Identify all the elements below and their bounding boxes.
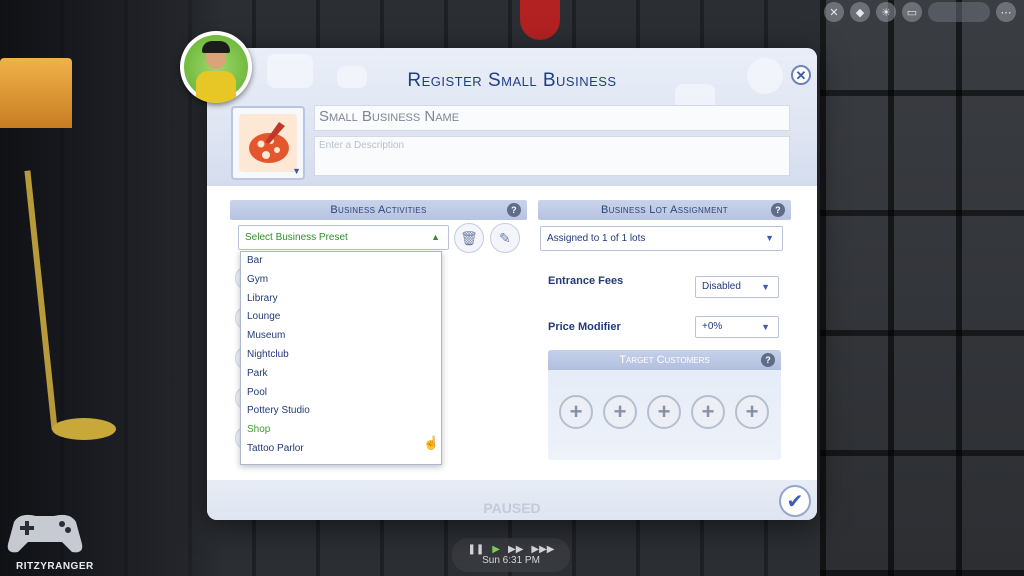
target-customers-header: Target Customers ? [548, 350, 781, 370]
window-grid [820, 0, 1024, 576]
speed-controls[interactable]: ❚❚ ▶ ▶▶ ▶▶▶ Sun 6:31 PM [452, 538, 570, 572]
top-hud: ✕ ◆ ☀ ▭ ⋯ [824, 2, 1016, 22]
game-time: Sun 6:31 PM [482, 555, 540, 566]
close-icon: ✕ [795, 67, 807, 83]
lamp-pole [24, 170, 58, 430]
preset-option-bar[interactable]: Bar [241, 252, 441, 271]
register-business-dialog: Register Small Business ✕ ▼ Small Busine… [207, 48, 817, 520]
business-activities-title: Business Activities [330, 204, 427, 216]
cart-icon[interactable]: ▭ [902, 2, 922, 22]
watermark: RITZYRANGER [6, 508, 96, 572]
fast-forward-icon[interactable]: ▶▶ [508, 544, 523, 555]
price-modifier-label: Price Modifier [548, 321, 621, 333]
lot-assignment-header: Business Lot Assignment ? [538, 200, 791, 220]
lot-assignment-select[interactable]: Assigned to 1 of 1 lots ▼ [540, 226, 783, 251]
chevron-down-icon: ▼ [761, 322, 770, 332]
red-decor [520, 0, 560, 40]
plus-icon: + [613, 399, 627, 424]
preset-option-museum[interactable]: Museum [241, 327, 441, 346]
save-icon: ✎ [499, 229, 511, 246]
help-icon[interactable]: ? [507, 203, 521, 217]
pause-icon[interactable]: ❚❚ [468, 544, 485, 555]
build-icon[interactable]: ◆ [850, 2, 870, 22]
gamepad-icon [7, 514, 83, 553]
chevron-down-icon: ▼ [292, 166, 301, 176]
help-icon[interactable]: ? [771, 203, 785, 217]
preset-option-lounge[interactable]: Lounge [241, 308, 441, 327]
dialog-title: Register Small Business [407, 70, 617, 91]
add-customer-button[interactable]: + [691, 395, 725, 429]
play-icon[interactable]: ▶ [492, 544, 500, 555]
delete-preset-button[interactable]: 🗑 [454, 223, 484, 253]
business-name-input[interactable]: Small Business Name [314, 105, 790, 131]
plus-icon: + [657, 399, 671, 424]
money-display [928, 2, 990, 22]
lightbulb-icon[interactable]: ☀ [876, 2, 896, 22]
lot-assignment-title: Business Lot Assignment [601, 204, 728, 216]
close-button[interactable]: ✕ [791, 65, 811, 85]
preset-option-nightclub[interactable]: Nightclub [241, 346, 441, 365]
plus-icon: + [569, 399, 583, 424]
help-icon[interactable]: ? [761, 353, 775, 367]
sim-avatar [180, 31, 252, 103]
lot-assignment-value: Assigned to 1 of 1 lots [547, 233, 646, 244]
chevron-down-icon: ▼ [761, 282, 770, 292]
preset-option-library[interactable]: Library [241, 290, 441, 309]
tools-icon[interactable]: ✕ [824, 2, 844, 22]
business-description-input[interactable]: Enter a Description [314, 136, 790, 176]
entrance-fees-select[interactable]: Disabled ▼ [695, 276, 779, 298]
preset-option-park[interactable]: Park [241, 365, 441, 384]
preset-option-tattoo-parlor[interactable]: Tattoo Parlor [241, 440, 441, 459]
business-icon-picker[interactable]: ▼ [231, 106, 305, 180]
add-customer-button[interactable]: + [603, 395, 637, 429]
preset-option-shop[interactable]: Shop [241, 421, 441, 440]
lamp-shade [0, 58, 72, 128]
business-activities-header: Business Activities ? [230, 200, 527, 220]
price-modifier-value: +0% [702, 321, 723, 332]
chevron-up-icon: ▲ [431, 232, 440, 242]
palette-icon [239, 114, 297, 172]
trash-icon: 🗑 [460, 229, 478, 246]
lamp-base [52, 418, 116, 440]
business-preset-select[interactable]: Select Business Preset ▲ [238, 225, 449, 250]
entrance-fees-label: Entrance Fees [548, 275, 624, 287]
checkmark-icon: ✔ [786, 490, 804, 513]
paused-label: PAUSED [483, 500, 541, 516]
chevron-down-icon: ▼ [765, 233, 774, 243]
menu-icon[interactable]: ⋯ [996, 2, 1016, 22]
preset-option-pottery-studio[interactable]: Pottery Studio [241, 402, 441, 421]
add-customer-button[interactable]: + [559, 395, 593, 429]
preset-select-label: Select Business Preset [245, 232, 348, 243]
target-customers-panel: Target Customers ? + + + + + [548, 350, 781, 460]
save-preset-button[interactable]: ✎ [490, 223, 520, 253]
watermark-name: RITZYRANGER [16, 561, 94, 572]
add-customer-button[interactable]: + [647, 395, 681, 429]
hand-cursor-icon: ☝ [423, 435, 440, 450]
price-modifier-select[interactable]: +0% ▼ [695, 316, 779, 338]
preset-option-gym[interactable]: Gym [241, 271, 441, 290]
add-customer-button[interactable]: + [735, 395, 769, 429]
target-customers-title: Target Customers [619, 354, 710, 366]
business-preset-dropdown[interactable]: Bar Gym Library Lounge Museum Nightclub … [240, 251, 442, 465]
ultra-speed-icon[interactable]: ▶▶▶ [531, 544, 554, 555]
entrance-fees-value: Disabled [702, 281, 741, 292]
preset-option-pool[interactable]: Pool [241, 384, 441, 403]
plus-icon: + [701, 399, 715, 424]
accept-button[interactable]: ✔ [779, 485, 811, 517]
plus-icon: + [745, 399, 759, 424]
